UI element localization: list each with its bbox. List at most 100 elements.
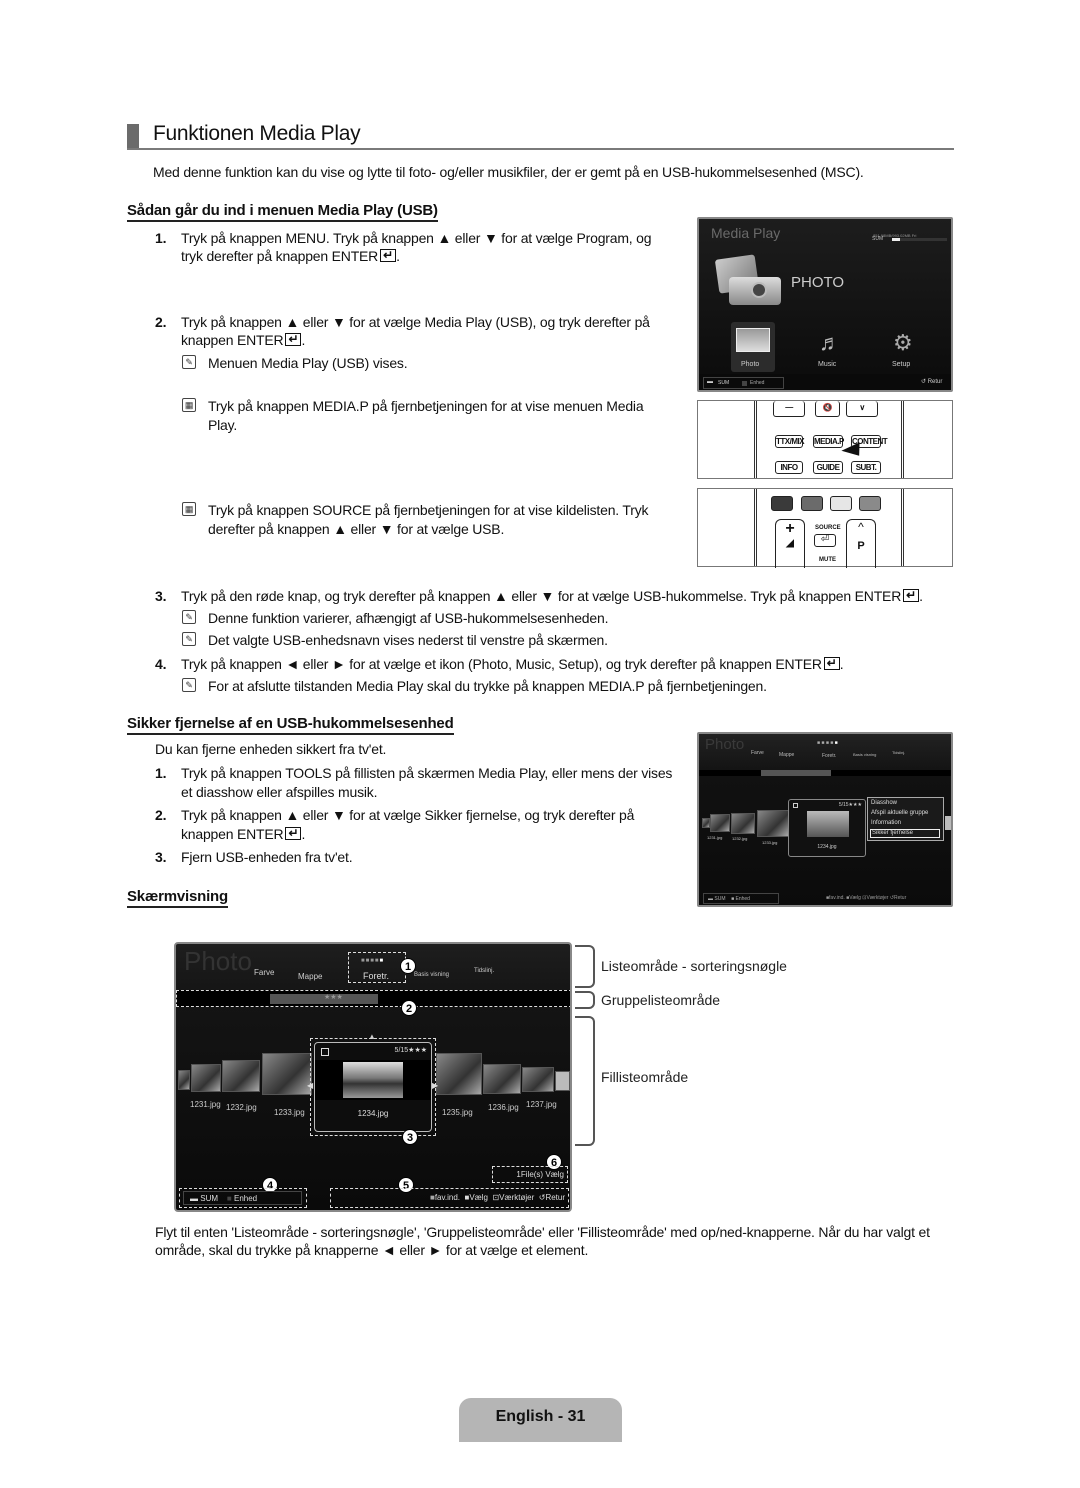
sort-key-favorites[interactable]: ■■■■■ Foretr. xyxy=(348,952,406,983)
sort-key-timeline[interactable]: Tidslinj. xyxy=(474,968,494,974)
note-media-p: ▦ Tryk på knappen MEDIA.P på fjernbetjen… xyxy=(182,397,682,437)
area-label-file-list: Fillisteområde xyxy=(601,1069,689,1085)
photo-preview xyxy=(807,811,849,837)
category-label: PHOTO xyxy=(791,274,845,291)
checkbox[interactable] xyxy=(321,1048,329,1056)
right-arrow-icon[interactable]: ▶ xyxy=(432,1081,438,1090)
sort-key-folder[interactable]: Mappe xyxy=(298,972,322,981)
tools-menu: Diasshow Afspil aktuelle gruppe Informat… xyxy=(867,797,944,841)
thumbnail[interactable] xyxy=(483,1064,521,1094)
group-item[interactable]: ★★★ xyxy=(270,994,378,1004)
channel-down-icon: ∨ xyxy=(846,401,878,417)
select-button[interactable]: ■Vælg xyxy=(846,895,861,901)
thumbnail[interactable] xyxy=(262,1053,312,1095)
enter-icon xyxy=(903,586,920,605)
thumbnail[interactable] xyxy=(522,1067,554,1092)
device-box[interactable]: ▬ SUM ■ Enhed xyxy=(703,893,779,904)
return-button[interactable]: ↺ Retur xyxy=(921,378,942,385)
thumbnail[interactable] xyxy=(222,1060,260,1092)
tools-button[interactable]: ⊡Værktøjer xyxy=(492,1193,534,1202)
group-item[interactable] xyxy=(761,770,831,776)
step-text: tryk derefter på knappen ENTER. xyxy=(181,246,400,266)
step-number: 1. xyxy=(155,230,167,246)
step-text: Tryk på knappen MENU. Tryk på knappen ▲ … xyxy=(181,230,652,246)
tools-menu-screen: Photo ■ ■ ■ ■ ■ Farve Mappe Foretr. Basi… xyxy=(697,732,953,907)
device-area[interactable]: ▬ SUM ■ Enhed xyxy=(179,1188,307,1208)
icon-label-setup[interactable]: Setup xyxy=(892,361,910,368)
selected-file-card[interactable]: 5/15★★★ 1234.jpg xyxy=(788,799,866,857)
bracket-group-list xyxy=(575,991,595,1009)
tools-button[interactable]: ⊡Værktøjer xyxy=(862,895,888,901)
setup-gear-icon: ⚙ xyxy=(893,330,913,355)
return-button[interactable]: ↺Retur xyxy=(890,895,906,901)
source-button: ⏎ xyxy=(814,534,836,547)
fav-button[interactable]: ■fav.ind. xyxy=(430,1193,460,1202)
select-button[interactable]: ■Vælg xyxy=(464,1193,488,1202)
bracket-sort-key xyxy=(575,945,595,988)
safe-step-1: 1. Tryk på knappen TOOLS på fillisten på… xyxy=(155,765,673,800)
icon-label-photo[interactable]: Photo xyxy=(741,361,759,368)
selected-file-card[interactable]: 5/15★★★ 1234.jpg xyxy=(314,1042,432,1132)
music-icon: ♬ xyxy=(819,330,841,355)
note-exit: ✎ For at afslutte tilstanden Media Play … xyxy=(182,677,882,697)
sort-key-color[interactable]: Farve xyxy=(254,968,274,977)
storage-bar-fill xyxy=(892,238,900,241)
sort-key-basic[interactable]: Basis visning xyxy=(414,972,449,978)
return-button[interactable]: ↺Retur xyxy=(539,1193,565,1202)
thumbnail[interactable] xyxy=(945,816,951,830)
remote-illustration-media-p: — 🔇 ∨ TTX/MIX MEDIA.P CONTENT INFO GUIDE… xyxy=(697,400,953,479)
thumbnail[interactable] xyxy=(436,1053,482,1095)
guide-button: GUIDE xyxy=(813,461,843,474)
icon-label-music[interactable]: Music xyxy=(818,361,836,368)
step-3: 3. Tryk på den røde knap, og tryk dereft… xyxy=(155,586,955,607)
sort-indicator: ■■■■■ xyxy=(361,958,385,964)
sort-key[interactable]: Tidslinj. xyxy=(892,750,905,755)
device-box[interactable]: ▬ SUM Enhed xyxy=(703,377,784,389)
heading-bar xyxy=(127,124,139,150)
heading-rule xyxy=(127,148,954,150)
note-icon: ✎ xyxy=(182,355,196,369)
thumbnail[interactable] xyxy=(191,1064,221,1092)
thumbnail[interactable] xyxy=(731,813,755,834)
selection-count: 1File(s) Vælg xyxy=(492,1166,568,1183)
menu-item-safe-removal[interactable]: Sikker fjernelse xyxy=(870,829,940,838)
file-name: 1233.jpg xyxy=(274,1108,305,1117)
thumbnail[interactable] xyxy=(178,1070,190,1090)
thumbnail[interactable] xyxy=(555,1071,570,1091)
menu-item-play-group[interactable]: Afspil aktuelle gruppe xyxy=(871,810,928,816)
sort-key[interactable]: Mappe xyxy=(779,752,794,758)
thumbnail[interactable] xyxy=(710,814,730,832)
screen-title: Media Play xyxy=(711,225,781,241)
checkbox[interactable] xyxy=(793,803,798,808)
page-title: Funktionen Media Play xyxy=(153,122,361,145)
sort-key[interactable]: Farve xyxy=(751,750,764,756)
menu-item-slideshow[interactable]: Diasshow xyxy=(871,800,897,806)
thumbnail[interactable] xyxy=(702,818,710,828)
safe-step-3: 3. Fjern USB-enheden fra tv'et. xyxy=(155,849,353,865)
file-name: 1235.jpg xyxy=(442,1108,473,1117)
yellow-button xyxy=(830,496,852,511)
file-name: 1237.jpg xyxy=(526,1100,557,1109)
fav-button[interactable]: ■fav.ind. xyxy=(826,895,845,901)
file-name: 1231.jpg xyxy=(190,1100,221,1109)
note-device-name: ✎ Det valgte USB-enhedsnavn vises neders… xyxy=(182,631,882,651)
usb-icon: ▬ xyxy=(190,1194,201,1203)
left-arrow-icon[interactable]: ◀ xyxy=(307,1081,313,1090)
group-list-bar xyxy=(699,770,951,776)
enter-icon xyxy=(285,330,302,349)
step-number: 2. xyxy=(155,314,167,330)
menu-item-information[interactable]: Information xyxy=(871,820,901,826)
sort-key[interactable]: Basis visning xyxy=(853,752,876,757)
enter-icon xyxy=(823,654,840,673)
step-1: 1. Tryk på knappen MENU. Tryk på knappen… xyxy=(155,229,675,269)
safe-removal-intro: Du kan fjerne enheden sikkert fra tv'et. xyxy=(155,741,387,757)
thumbnail[interactable] xyxy=(757,810,789,837)
mute-icon: 🔇 xyxy=(815,401,840,417)
info-button: INFO xyxy=(775,461,803,474)
file-name: 1232.jpg xyxy=(226,1103,257,1112)
file-counter: 5/15★★★ xyxy=(394,1047,427,1054)
sort-key[interactable]: Foretr. xyxy=(822,753,836,759)
screen-footer: ▬ SUM Enhed ↺ Retur xyxy=(699,374,951,390)
note-varies: ✎ Denne funktion varierer, afhængigt af … xyxy=(182,609,882,629)
source-label: SOURCE xyxy=(815,525,841,531)
